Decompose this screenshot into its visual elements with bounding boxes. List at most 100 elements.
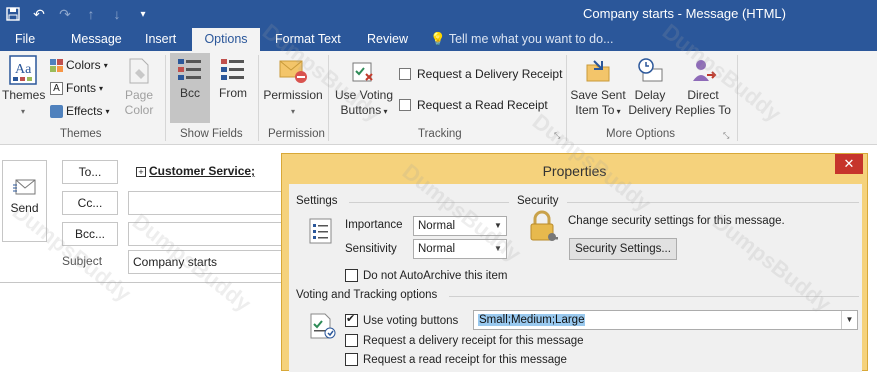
sensitivity-label: Sensitivity xyxy=(345,243,397,255)
chevron-down-icon: ▼ xyxy=(494,244,502,253)
more-options-dialog-launcher-icon[interactable]: ⤡ xyxy=(723,131,729,141)
checkbox-box[interactable] xyxy=(345,353,358,366)
colors-icon xyxy=(50,58,63,72)
fonts-icon: A xyxy=(50,81,63,95)
close-icon[interactable]: ✕ xyxy=(835,154,863,174)
permission-button[interactable]: Permission ▾ xyxy=(262,57,324,119)
delay-label-2: Delivery xyxy=(628,103,672,117)
to-recipient: Customer Service; xyxy=(149,164,256,178)
down-arrow-icon[interactable]: ↓ xyxy=(104,0,130,28)
use-voting-label: Use voting buttons xyxy=(363,314,459,327)
do-not-autoarchive-checkbox[interactable]: Do not AutoArchive this item xyxy=(345,269,507,282)
tab-format-text[interactable]: Format Text xyxy=(266,28,350,51)
checkbox-box-checked[interactable] xyxy=(345,312,358,327)
send-button[interactable]: Send xyxy=(2,160,47,242)
security-settings-button[interactable]: Security Settings... xyxy=(569,238,677,260)
chevron-down-icon: ▼ xyxy=(494,221,502,230)
bcc-field[interactable] xyxy=(128,222,288,246)
voting-options-combobox[interactable]: Small;Medium;Large ▼ xyxy=(473,310,858,330)
sensitivity-select[interactable]: Normal ▼ xyxy=(413,239,507,259)
bcc-field-icon xyxy=(178,59,201,80)
permission-icon xyxy=(279,60,307,83)
colors-label: Colors xyxy=(66,58,101,72)
group-separator xyxy=(258,55,259,141)
dialog-title: Properties xyxy=(542,163,607,179)
bcc-button[interactable]: Bcc xyxy=(170,53,210,123)
dialog-request-delivery-receipt-checkbox[interactable]: Request a delivery receipt for this mess… xyxy=(345,334,584,347)
tell-me-search[interactable]: 💡 Tell me what you want to do... xyxy=(430,28,614,51)
save-sent-label-2: Item To xyxy=(575,103,615,117)
themes-label: Themes xyxy=(2,88,46,102)
use-voting-buttons-checkbox[interactable]: Use voting buttons xyxy=(345,312,459,327)
autoarchive-label: Do not AutoArchive this item xyxy=(363,269,508,282)
dialog-request-read-receipt-checkbox[interactable]: Request a read receipt for this message xyxy=(345,353,567,366)
save-sent-item-icon xyxy=(586,60,610,82)
to-field[interactable]: + Customer Service; xyxy=(128,160,288,184)
save-sent-label-1: Save Sent xyxy=(570,88,626,102)
page-color-button[interactable]: Page Color xyxy=(118,57,160,118)
tab-review[interactable]: Review xyxy=(358,28,417,51)
request-delivery-receipt-checkbox[interactable]: Request a Delivery Receipt xyxy=(399,67,562,81)
chevron-down-icon: ▾ xyxy=(99,83,104,93)
importance-value: Normal xyxy=(418,220,456,232)
from-label: From xyxy=(219,86,247,100)
chevron-down-icon: ▾ xyxy=(614,107,621,116)
expand-group-icon[interactable]: + xyxy=(136,166,146,177)
to-button[interactable]: To... xyxy=(62,160,118,184)
message-body[interactable] xyxy=(0,282,287,371)
tab-file[interactable]: File xyxy=(6,28,44,51)
importance-select[interactable]: Normal ▼ xyxy=(413,216,507,236)
bcc-label: Bcc xyxy=(179,86,200,100)
from-field-icon xyxy=(221,59,244,80)
subject-field[interactable]: Company starts xyxy=(128,250,288,274)
importance-label: Importance xyxy=(345,219,403,231)
customize-qat-icon[interactable]: ▾ xyxy=(130,0,156,28)
up-arrow-icon[interactable]: ↑ xyxy=(78,0,104,28)
themes-button[interactable]: Aa Themes ▾ xyxy=(2,55,46,119)
request-read-receipt-checkbox[interactable]: Request a Read Receipt xyxy=(399,98,548,112)
quick-access-toolbar: ↶ ↷ ↑ ↓ ▾ xyxy=(0,0,156,28)
divider xyxy=(449,296,859,297)
chevron-down-icon: ▾ xyxy=(103,60,108,70)
svg-text:Aa: Aa xyxy=(15,62,32,77)
direct-replies-to-button[interactable]: Direct Replies To xyxy=(674,57,732,118)
save-sent-item-button[interactable]: Save Sent Item To ▾ xyxy=(570,57,626,119)
save-icon[interactable] xyxy=(0,0,26,28)
cc-field[interactable] xyxy=(128,191,288,215)
checkbox-box[interactable] xyxy=(345,269,358,282)
fonts-button[interactable]: A Fonts ▾ xyxy=(50,81,103,95)
use-voting-label-1: Use Voting xyxy=(334,88,394,102)
ribbon: Aa Themes ▾ Colors ▾ A Fonts ▾ Effects ▾ Pa… xyxy=(0,51,877,145)
direct-label-1: Direct xyxy=(687,88,719,102)
from-button[interactable]: From xyxy=(213,57,253,101)
group-label-permission: Permission xyxy=(268,128,325,140)
tracking-dialog-launcher-icon[interactable]: ⤡ xyxy=(554,131,560,141)
chevron-down-icon: ▾ xyxy=(381,107,388,116)
subject-label: Subject xyxy=(62,254,103,268)
page-color-label-2: Color xyxy=(124,103,154,117)
properties-dialog: Properties ✕ Settings Importance Normal … xyxy=(281,153,868,372)
tab-message[interactable]: Message xyxy=(62,28,131,51)
group-separator xyxy=(737,55,738,141)
checkbox-box[interactable] xyxy=(399,68,411,80)
checkbox-box[interactable] xyxy=(399,99,411,111)
themes-icon: Aa xyxy=(9,55,37,85)
checkbox-box[interactable] xyxy=(345,334,358,347)
effects-button[interactable]: Effects ▾ xyxy=(50,104,109,118)
delay-delivery-button[interactable]: Delay Delivery xyxy=(628,57,672,118)
undo-icon[interactable]: ↶ xyxy=(26,0,52,28)
tell-me-text: Tell me what you want to do... xyxy=(448,32,614,46)
voting-tracking-section-label: Voting and Tracking options xyxy=(296,289,438,301)
colors-button[interactable]: Colors ▾ xyxy=(50,58,108,72)
redo-icon[interactable]: ↷ xyxy=(52,0,78,28)
tab-insert[interactable]: Insert xyxy=(136,28,185,51)
group-label-themes: Themes xyxy=(60,128,102,140)
cc-button[interactable]: Cc... xyxy=(62,191,118,215)
use-voting-buttons-button[interactable]: Use Voting Buttons ▾ xyxy=(333,57,395,119)
direct-label-2: Replies To xyxy=(675,103,731,117)
tab-options[interactable]: Options xyxy=(192,28,260,51)
bcc-address-button[interactable]: Bcc... xyxy=(62,222,118,246)
voting-tracking-icon xyxy=(310,313,336,339)
chevron-down-icon: ▾ xyxy=(20,107,25,116)
settings-properties-icon xyxy=(309,218,332,244)
